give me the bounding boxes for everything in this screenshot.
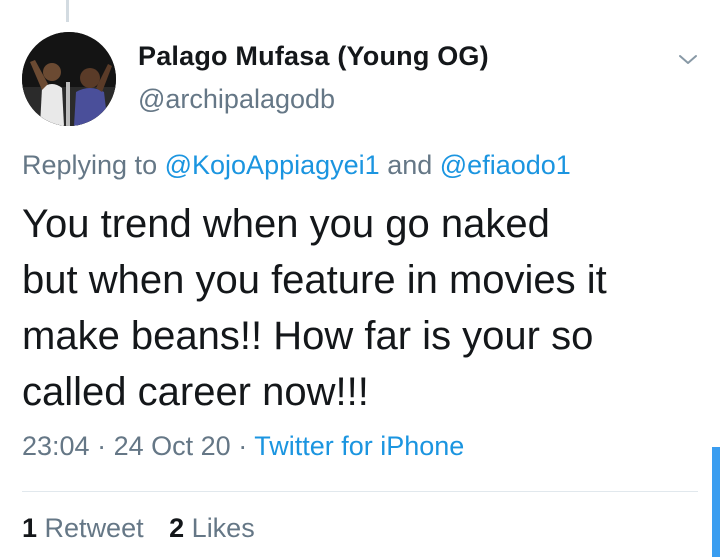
retweets-stat[interactable]: 1 Retweet (22, 513, 151, 543)
thread-connector-line (66, 0, 69, 22)
tweet-source-link[interactable]: Twitter for iPhone (254, 431, 464, 461)
avatar-image (22, 32, 116, 126)
replying-joiner: and (387, 150, 433, 180)
tweet-metadata: 23:04 · 24 Oct 20 · Twitter for iPhone (22, 431, 464, 462)
tweet-date[interactable]: 24 Oct 20 (114, 431, 231, 461)
retweets-label: Retweet (44, 513, 144, 543)
mention-link-efiaodo1[interactable]: @efiaodo1 (440, 150, 571, 180)
meta-separator: · (97, 431, 107, 461)
replying-to-line: Replying to @KojoAppiagyei1 and @efiaodo… (22, 150, 571, 181)
avatar[interactable] (22, 32, 116, 126)
tweet-text-line: but when you feature in movies it (22, 258, 607, 302)
author-handle[interactable]: @archipalagodb (138, 84, 335, 115)
tweet-text-line: You trend when you go naked (22, 202, 550, 246)
replying-prefix: Replying to (22, 150, 158, 180)
likes-stat[interactable]: 2 Likes (169, 513, 255, 543)
chevron-down-icon[interactable] (676, 48, 700, 72)
tweet-text-line: called career now!!! (22, 370, 369, 414)
tweet-time[interactable]: 23:04 (22, 431, 90, 461)
author-display-name[interactable]: Palago Mufasa (Young OG) (138, 41, 489, 72)
tweet-stats: 1 Retweet 2 Likes (22, 513, 273, 544)
tweet-text: You trend when you go naked but when you… (22, 196, 702, 420)
divider (22, 491, 698, 492)
mention-link-kojoappiagyei1[interactable]: @KojoAppiagyei1 (165, 150, 380, 180)
scroll-indicator[interactable] (712, 447, 720, 557)
likes-count: 2 (169, 513, 185, 543)
likes-label: Likes (191, 513, 255, 543)
retweets-count: 1 (22, 513, 38, 543)
tweet-text-line: make beans!! How far is your so (22, 314, 594, 358)
meta-separator: · (238, 431, 248, 461)
